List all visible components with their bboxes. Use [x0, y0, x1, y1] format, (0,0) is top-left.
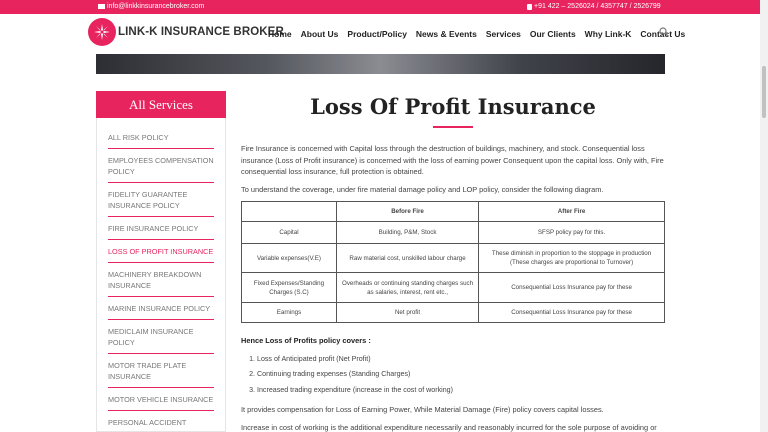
table-cell: These diminish in proportion to the stop… [478, 243, 665, 273]
compensation-paragraph: It provides compensation for Loss of Ear… [241, 405, 604, 414]
site-header: LINK-K INSURANCE BROKER Home About Us Pr… [0, 14, 760, 54]
nav-news-events[interactable]: News & Events [416, 29, 477, 39]
email-text[interactable]: info@linkkinsurancebroker.com [107, 3, 204, 10]
logo-icon[interactable] [88, 18, 116, 46]
covers-heading: Hence Loss of Profits policy covers : [241, 336, 371, 345]
coverage-table: Before Fire After Fire Capital Building,… [241, 201, 665, 323]
table-cell: Consequential Loss Insurance pay for the… [478, 302, 665, 323]
email-contact[interactable]: info@linkkinsurancebroker.com [98, 3, 204, 10]
scrollbar-thumb[interactable] [762, 66, 766, 118]
intro-paragraph: Fire Insurance is concerned with Capital… [241, 144, 664, 176]
table-header-cell: Before Fire [335, 201, 480, 222]
table-cell: Overheads or continuing standing charges… [335, 272, 480, 303]
table-cell: SFSP policy pay for this. [478, 221, 665, 244]
table-cell: Raw material cost, unskilled labour char… [335, 243, 480, 273]
nav-services[interactable]: Services [486, 29, 521, 39]
phone-contact[interactable]: +91 422 – 2526024 / 4357747 / 2526799 [527, 3, 661, 10]
sidebar-item-motor-vehicle[interactable]: MOTOR VEHICLE INSURANCE [108, 394, 214, 411]
phone-text[interactable]: +91 422 – 2526024 / 4357747 / 2526799 [534, 3, 661, 10]
nav-product-policy[interactable]: Product/Policy [347, 29, 407, 39]
phone-icon [527, 3, 532, 10]
table-cell: Consequential Loss Insurance pay for the… [478, 272, 665, 303]
list-item: Continuing trading expenses (Standing Ch… [257, 369, 665, 381]
search-icon[interactable] [659, 27, 669, 37]
table-cell: Earnings [241, 302, 337, 323]
table-row: Fixed Expenses/Standing Charges (S.C) Ov… [241, 272, 665, 303]
table-cell: Fixed Expenses/Standing Charges (S.C) [241, 272, 337, 303]
nav-home[interactable]: Home [268, 29, 292, 39]
page-scrollbar[interactable] [760, 0, 768, 432]
hero-banner [96, 54, 665, 74]
sidebar-item-marine[interactable]: MARINE INSURANCE POLICY [108, 303, 214, 320]
mail-icon [98, 4, 105, 9]
diagram-intro: To understand the coverage, under fire m… [241, 184, 604, 194]
brand-name[interactable]: LINK-K INSURANCE BROKER [118, 26, 284, 38]
nav-our-clients[interactable]: Our Clients [530, 29, 576, 39]
top-contact-bar: info@linkkinsurancebroker.com +91 422 – … [0, 0, 768, 14]
table-row: Variable expenses(V.E) Raw material cost… [241, 243, 665, 273]
covers-list: Loss of Anticipated profit (Net Profit) … [257, 354, 665, 397]
title-underline [433, 126, 473, 128]
table-cell: Variable expenses(V.E) [241, 243, 337, 273]
sidebar-heading: All Services [96, 91, 226, 118]
page-title: Loss Of Profit Insurance [310, 94, 596, 119]
sidebar-item-fidelity-guarantee[interactable]: FIDELITY GUARANTEE INSURANCE POLICY [108, 189, 214, 217]
sidebar-item-all-risk[interactable]: ALL RISK POLICY [108, 132, 214, 149]
table-cell: Capital [241, 221, 337, 244]
table-row: Capital Building, P&M, Stock SFSP policy… [241, 221, 665, 244]
list-item: Loss of Anticipated profit (Net Profit) [257, 354, 665, 366]
sidebar-item-mediclaim[interactable]: MEDICLAIM INSURANCE POLICY [108, 326, 214, 354]
main-nav: Home About Us Product/Policy News & Even… [268, 29, 694, 39]
sidebar-item-loss-of-profit[interactable]: LOSS OF PROFIT INSURANCE [108, 246, 214, 263]
table-header-cell [241, 201, 337, 222]
nav-why-link-k[interactable]: Why Link-K [585, 29, 632, 39]
table-header-cell: After Fire [478, 201, 665, 222]
nav-about-us[interactable]: About Us [301, 29, 339, 39]
table-cell: Net profit [335, 302, 480, 323]
increase-paragraph: Increase in cost of working is the addit… [241, 422, 657, 432]
services-sidebar: ALL RISK POLICY EMPLOYEES COMPENSATION P… [96, 118, 226, 432]
sidebar-item-personal-accident[interactable]: PERSONAL ACCIDENT INSURANCE [108, 417, 214, 431]
table-cell: Building, P&M, Stock [335, 221, 480, 244]
sidebar-item-machinery-breakdown[interactable]: MACHINERY BREAKDOWN INSURANCE [108, 269, 214, 297]
sidebar-item-motor-trade-plate[interactable]: MOTOR TRADE PLATE INSURANCE [108, 360, 214, 388]
list-item: Increased trading expenditure (increase … [257, 385, 665, 397]
sidebar-item-employees-compensation[interactable]: EMPLOYEES COMPENSATION POLICY [108, 155, 214, 183]
main-content: Fire Insurance is concerned with Capital… [241, 143, 665, 432]
sidebar-item-fire-insurance[interactable]: FIRE INSURANCE POLICY [108, 223, 214, 240]
table-row: Earnings Net profit Consequential Loss I… [241, 302, 665, 323]
